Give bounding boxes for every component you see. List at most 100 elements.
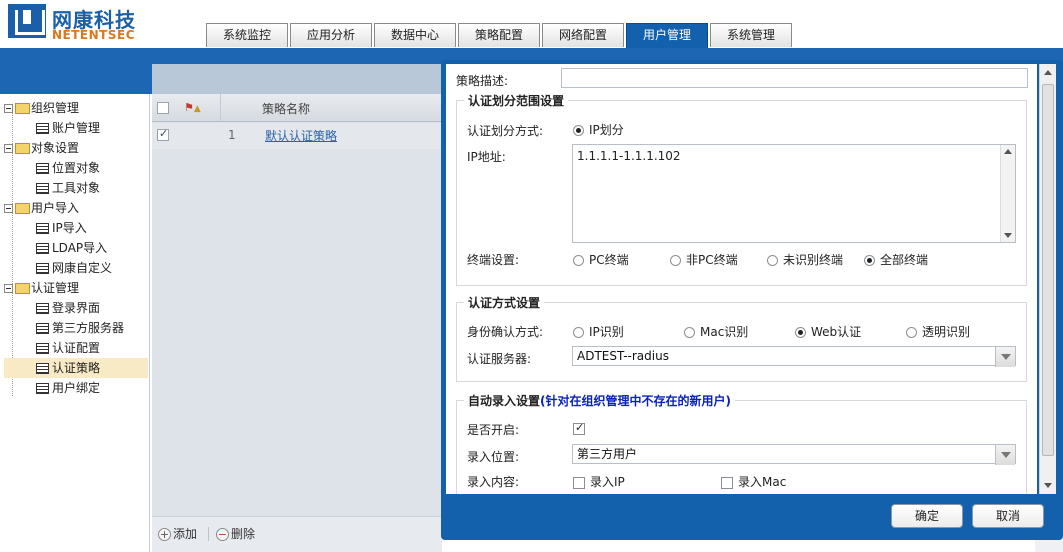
identity-transparent-radio[interactable]: 透明识别 <box>906 323 970 340</box>
tab-network-config[interactable]: 网络配置 <box>542 23 624 47</box>
terminal-unknown-radio[interactable]: 未识别终端 <box>767 251 843 268</box>
tree-item-label: 工具对象 <box>52 181 101 195</box>
tab-system-management[interactable]: 系统管理 <box>710 23 792 47</box>
terminal-non-pc-radio[interactable]: 非PC终端 <box>670 251 738 268</box>
terminal-all-radio[interactable]: 全部终端 <box>864 251 928 268</box>
terminal-option-label: PC终端 <box>589 253 629 267</box>
tree-item-custom[interactable]: 网康自定义 <box>36 258 112 278</box>
identity-option-label: 透明识别 <box>922 325 971 339</box>
scroll-up-icon[interactable] <box>1004 149 1012 154</box>
list-icon <box>36 123 49 134</box>
scope-legend: 认证划分范围设置 <box>464 92 569 109</box>
import-location-select[interactable]: 第三方用户 <box>572 444 1016 465</box>
column-header-policy-name[interactable]: 策略名称 <box>262 100 310 117</box>
ip-address-textarea[interactable]: 1.1.1.1-1.1.1.102 <box>572 144 1016 243</box>
enable-checkbox[interactable] <box>573 421 590 435</box>
add-button[interactable]: + 添加 <box>158 525 197 542</box>
tree-item-location-objects[interactable]: 位置对象 <box>36 158 100 178</box>
policy-grid: ⚑▲ 策略名称 1 默认认证策略 +添加 −删除 <box>152 64 442 552</box>
tree-item-label: IP导入 <box>52 221 87 235</box>
tree-item-ldap-import[interactable]: LDAP导入 <box>36 238 107 258</box>
textarea-scrollbar[interactable] <box>1000 145 1015 242</box>
method-label: 认证划分方式: <box>467 124 544 138</box>
row-checkbox[interactable] <box>157 127 169 141</box>
tree-item-auth-policy[interactable]: 认证策略 <box>4 358 148 378</box>
tab-user-management[interactable]: 用户管理 <box>626 23 708 48</box>
folder-icon <box>15 203 30 214</box>
list-icon <box>36 263 49 274</box>
column-divider <box>220 94 221 122</box>
server-label: 认证服务器: <box>467 352 532 366</box>
checkbox-checked-icon <box>573 421 585 435</box>
app-header: 网康科技 NETENTSEC 系统监控 应用分析 数据中心 策略配置 网络配置 … <box>0 0 1063 48</box>
plus-icon: + <box>158 528 171 541</box>
method-ip-label: IP划分 <box>589 123 624 137</box>
tree-item-tool-objects[interactable]: 工具对象 <box>36 178 100 198</box>
chevron-down-icon[interactable] <box>995 445 1015 465</box>
method-ip-radio[interactable]: IP划分 <box>573 121 624 138</box>
identity-label: 身份确认方式: <box>467 325 544 339</box>
tree-item-label: 认证配置 <box>52 341 101 355</box>
scroll-down-icon[interactable] <box>1004 233 1012 238</box>
scroll-up-icon[interactable] <box>1044 70 1052 75</box>
list-icon <box>36 243 49 254</box>
filter-flag-icon[interactable]: ⚑▲ <box>184 101 201 114</box>
auth-fieldset <box>456 302 1027 382</box>
tree-group-import[interactable]: 用户导入 <box>4 198 79 218</box>
scroll-down-icon[interactable] <box>1044 483 1052 488</box>
tree-item-login-page[interactable]: 登录界面 <box>36 298 100 318</box>
collapse-icon[interactable] <box>4 204 13 213</box>
tree-item-third-party-server[interactable]: 第三方服务器 <box>36 318 124 338</box>
tree-item-auth-config[interactable]: 认证配置 <box>36 338 100 358</box>
list-icon <box>36 223 49 234</box>
radio-icon <box>670 255 681 266</box>
collapse-icon[interactable] <box>4 284 13 293</box>
collapse-icon[interactable] <box>4 144 13 153</box>
list-icon <box>36 343 49 354</box>
terminal-pc-radio[interactable]: PC终端 <box>573 251 629 268</box>
tree-item-accounts[interactable]: 账户管理 <box>36 118 100 138</box>
sidebar-tree: 组织管理 账户管理 对象设置 位置对象 工具对象 用户导入 IP导入 LDAP导… <box>0 94 150 552</box>
tree-group-objects[interactable]: 对象设置 <box>4 138 79 158</box>
auth-server-select[interactable]: ADTEST--radius <box>572 346 1016 367</box>
tree-group-org[interactable]: 组织管理 <box>4 98 79 118</box>
delete-button[interactable]: − 删除 <box>216 525 255 542</box>
tab-policy-config[interactable]: 策略配置 <box>458 23 540 47</box>
tree-group-auth[interactable]: 认证管理 <box>4 278 79 298</box>
chevron-down-icon[interactable] <box>995 347 1015 367</box>
identity-mac-radio[interactable]: Mac识别 <box>684 323 748 340</box>
auto-import-legend: 自动录入设置(针对在组织管理中不存在的新用户) <box>464 392 735 409</box>
select-all-checkbox[interactable] <box>157 102 169 114</box>
collapse-icon[interactable] <box>4 104 13 113</box>
list-icon <box>36 363 49 374</box>
cancel-button[interactable]: 取消 <box>972 504 1044 528</box>
list-icon <box>36 183 49 194</box>
import-ip-checkbox[interactable]: 录入IP <box>573 473 625 490</box>
terminal-option-label: 全部终端 <box>880 253 929 267</box>
tree-item-label: 认证策略 <box>52 361 101 375</box>
checkbox-icon <box>573 476 585 489</box>
radio-icon <box>573 327 584 338</box>
table-row[interactable]: 1 默认认证策略 <box>152 123 442 149</box>
identity-web-radio[interactable]: Web认证 <box>795 323 861 340</box>
tab-data-center[interactable]: 数据中心 <box>374 23 456 47</box>
tab-system-monitor[interactable]: 系统监控 <box>206 23 288 47</box>
import-mac-checkbox[interactable]: 录入Mac <box>721 473 786 490</box>
tab-app-analysis[interactable]: 应用分析 <box>290 23 372 47</box>
tree-item-user-binding[interactable]: 用户绑定 <box>36 378 100 398</box>
policy-desc-input[interactable] <box>561 68 1028 88</box>
tree-item-label: 第三方服务器 <box>52 321 125 335</box>
brand-name-en: NETENTSEC <box>52 28 135 42</box>
row-index: 1 <box>228 128 236 142</box>
tree-item-label: 位置对象 <box>52 161 101 175</box>
dialog-scrollbar[interactable] <box>1039 64 1056 494</box>
tree-group-label: 用户导入 <box>31 201 80 215</box>
tree-item-ip-import[interactable]: IP导入 <box>36 218 87 238</box>
policy-name-link[interactable]: 默认认证策略 <box>265 127 337 144</box>
ok-button[interactable]: 确定 <box>891 504 963 528</box>
scrollbar-thumb[interactable] <box>1042 84 1054 456</box>
content-label: 录入内容: <box>467 475 520 489</box>
identity-ip-radio[interactable]: IP识别 <box>573 323 624 340</box>
grid-header: ⚑▲ 策略名称 <box>152 94 442 122</box>
enable-label: 是否开启: <box>467 423 520 437</box>
